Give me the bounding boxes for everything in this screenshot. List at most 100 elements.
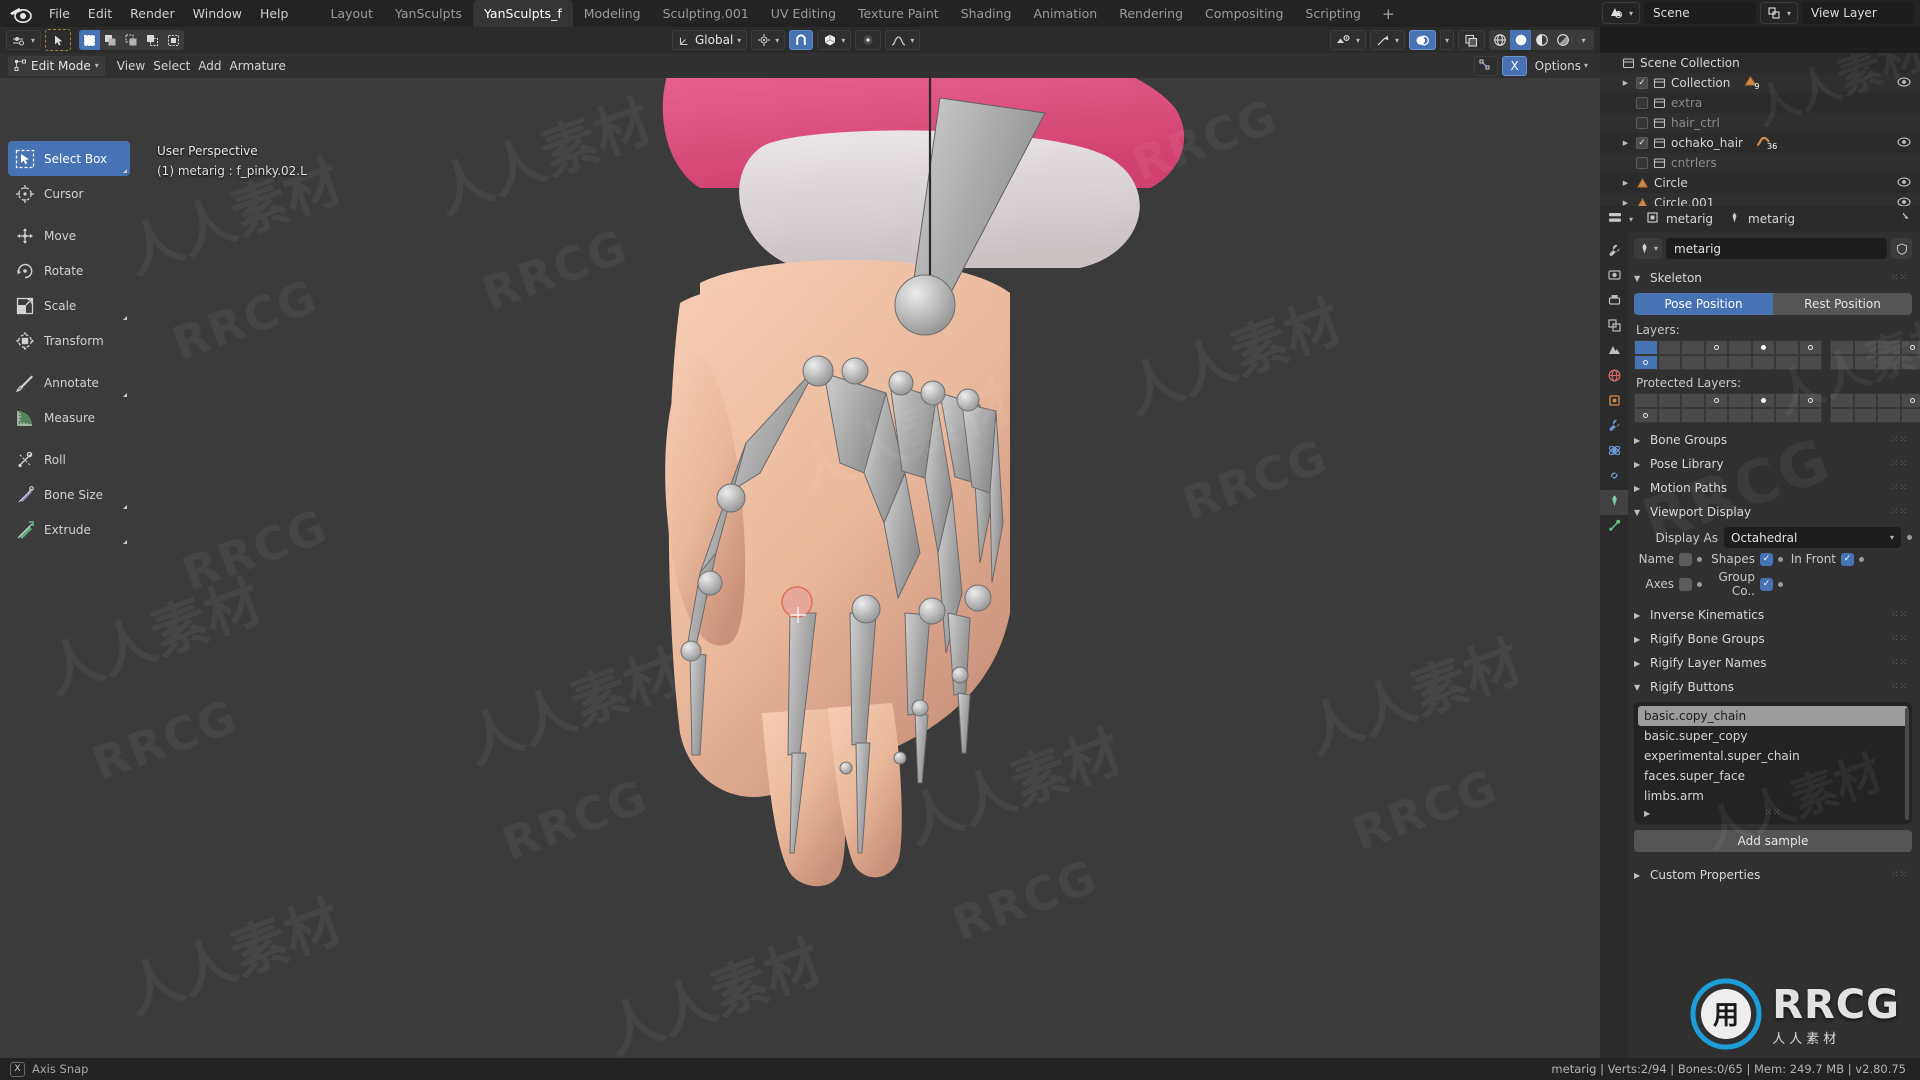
outliner-editor[interactable]: Scene Collection ▶ ✓ Collection 9 extra hair_c…: [1600, 53, 1920, 206]
xray-toggle-button[interactable]: [1458, 30, 1485, 50]
properties-tab-modifiers[interactable]: [1600, 415, 1628, 440]
view-layer-name-field[interactable]: View Layer: [1802, 2, 1914, 24]
armature-layer-cell[interactable]: [1704, 393, 1728, 408]
animate-property-icon[interactable]: [1778, 581, 1783, 587]
properties-tab-output[interactable]: [1600, 290, 1628, 315]
add-workspace-button[interactable]: +: [1372, 5, 1405, 23]
workspace-tab-rendering[interactable]: Rendering: [1108, 0, 1194, 27]
outliner-row-scene-collection[interactable]: Scene Collection: [1600, 53, 1920, 73]
tool-measure[interactable]: Measure: [8, 400, 130, 435]
visibility-eye-icon[interactable]: [1897, 176, 1911, 191]
properties-tab-tool[interactable]: [1600, 240, 1628, 265]
outliner-exclude-checkbox[interactable]: [1636, 157, 1648, 169]
mesh-select-mode-button[interactable]: [1474, 55, 1499, 76]
outliner-row-circle-001[interactable]: ▶ Circle.001: [1600, 193, 1920, 206]
properties-tab-physics[interactable]: [1600, 440, 1628, 465]
select-subtract-button[interactable]: [121, 30, 143, 50]
rigify-sample-item[interactable]: basic.super_copy: [1638, 726, 1908, 746]
tool-cursor[interactable]: Cursor: [8, 176, 130, 211]
snap-target-selector[interactable]: ▾: [817, 30, 852, 50]
armature-layer-cell[interactable]: [1657, 393, 1681, 408]
armature-layer-cell[interactable]: [1853, 408, 1877, 423]
view-layer-selector[interactable]: ▾: [1759, 2, 1798, 24]
armature-layer-cell[interactable]: [1681, 355, 1705, 370]
visibility-eye-icon[interactable]: [1897, 76, 1911, 91]
armature-layer-cell[interactable]: [1634, 355, 1658, 370]
tool-variants-indicator[interactable]: [123, 393, 127, 397]
select-extend-button[interactable]: [100, 30, 122, 50]
armature-layer-cell[interactable]: [1900, 340, 1920, 355]
outliner-exclude-checkbox[interactable]: [1636, 97, 1648, 109]
armature-layer-cell[interactable]: [1751, 393, 1775, 408]
xray-mode-button[interactable]: X: [1502, 55, 1527, 76]
properties-tab-render[interactable]: [1600, 265, 1628, 290]
shapes-checkbox[interactable]: ✓: [1760, 552, 1773, 566]
armature-layer-cell[interactable]: [1634, 408, 1658, 423]
outliner-row-circle[interactable]: ▶ Circle: [1600, 173, 1920, 193]
armature-layer-cell[interactable]: [1704, 340, 1728, 355]
menu-file[interactable]: File: [40, 3, 79, 24]
rigify-sample-item[interactable]: basic.copy_chain: [1638, 706, 1908, 726]
armature-layer-cell[interactable]: [1704, 408, 1728, 423]
armature-layer-cell[interactable]: [1751, 355, 1775, 370]
armature-layer-cell[interactable]: [1751, 408, 1775, 423]
tool-bone-size[interactable]: Bone Size: [8, 477, 130, 512]
interaction-mode-selector[interactable]: Edit Mode ▾: [8, 55, 105, 76]
properties-tab-world[interactable]: [1600, 365, 1628, 390]
display-as-dropdown[interactable]: Octahedral ▾: [1724, 527, 1901, 548]
properties-tab-bone[interactable]: [1600, 515, 1628, 540]
proportional-editing-toggle[interactable]: [855, 30, 882, 50]
object-visibility-selector[interactable]: ▾: [1329, 30, 1366, 50]
armature-layer-cell[interactable]: [1634, 340, 1658, 355]
properties-tab-scene[interactable]: [1600, 340, 1628, 365]
select-intersect-button[interactable]: [163, 30, 185, 50]
falloff-curve-selector[interactable]: ▾: [885, 30, 921, 50]
panel-inverse-kinematics[interactable]: ▶ Inverse Kinematics ⁙⁙: [1634, 604, 1912, 626]
workspace-tab-uv-editing[interactable]: UV Editing: [760, 0, 847, 27]
group-colors-checkbox[interactable]: ✓: [1760, 577, 1773, 591]
armature-layer-cell[interactable]: [1657, 340, 1681, 355]
properties-tab-constraints[interactable]: [1600, 465, 1628, 490]
tool-rotate[interactable]: Rotate: [8, 253, 130, 288]
animate-property-icon[interactable]: [1778, 556, 1783, 562]
outliner-exclude-checkbox[interactable]: ✓: [1636, 137, 1648, 149]
animate-property-icon[interactable]: [1697, 581, 1702, 587]
outliner-row-ochako-hair[interactable]: ▶ ✓ ochako_hair 36: [1600, 133, 1920, 153]
armature-layer-cell[interactable]: [1657, 355, 1681, 370]
tool-settings-selector[interactable]: ▾: [6, 30, 42, 50]
outliner-row-hair-ctrl[interactable]: hair_ctrl: [1600, 113, 1920, 133]
outliner-row-cntrlers[interactable]: cntrlers: [1600, 153, 1920, 173]
armature-layer-cell[interactable]: [1798, 393, 1822, 408]
tool-extrude[interactable]: Extrude: [8, 512, 130, 547]
armature-layer-cell[interactable]: [1728, 393, 1752, 408]
properties-tab-object-data[interactable]: [1600, 490, 1628, 515]
armature-layer-cell[interactable]: [1798, 408, 1822, 423]
animate-property-icon[interactable]: [1907, 535, 1912, 540]
animate-property-icon[interactable]: [1859, 556, 1864, 562]
properties-tab-view-layer[interactable]: [1600, 315, 1628, 340]
breadcrumb-data-name[interactable]: metarig: [1748, 212, 1795, 226]
armature-layer-cell[interactable]: [1853, 340, 1877, 355]
workspace-tab-yansculpts-f[interactable]: YanSculpts_f: [473, 0, 573, 27]
pivot-selector[interactable]: ▾: [751, 30, 786, 50]
armature-layer-cell[interactable]: [1751, 340, 1775, 355]
active-tool-button[interactable]: [45, 29, 72, 51]
overlays-popover-button[interactable]: ▾: [1439, 30, 1454, 50]
animate-property-icon[interactable]: [1697, 556, 1702, 562]
3d-viewport[interactable]: User Perspective (1) metarig : f_pinky.0…: [0, 53, 1600, 1058]
tool-transform[interactable]: Transform: [8, 323, 130, 358]
menu-window[interactable]: Window: [184, 3, 251, 24]
rigify-buttons-panel-header[interactable]: ▼ Rigify Buttons ⁙⁙: [1634, 676, 1912, 698]
menu-edit[interactable]: Edit: [79, 3, 121, 24]
armature-layer-cell[interactable]: [1830, 355, 1854, 370]
rigify-sample-item[interactable]: limbs.arm: [1638, 786, 1908, 806]
armature-layer-cell[interactable]: [1877, 408, 1901, 423]
triangle-right-icon[interactable]: ▶: [1644, 809, 1651, 818]
armature-layer-cell[interactable]: [1775, 408, 1799, 423]
viewport-menu-armature[interactable]: Armature: [226, 56, 290, 76]
viewport-menu-add[interactable]: Add: [194, 56, 225, 76]
tool-roll[interactable]: Roll: [8, 442, 130, 477]
list-scrollbar[interactable]: [1905, 708, 1909, 820]
workspace-tab-modeling[interactable]: Modeling: [573, 0, 652, 27]
tool-variants-indicator[interactable]: [123, 540, 127, 544]
